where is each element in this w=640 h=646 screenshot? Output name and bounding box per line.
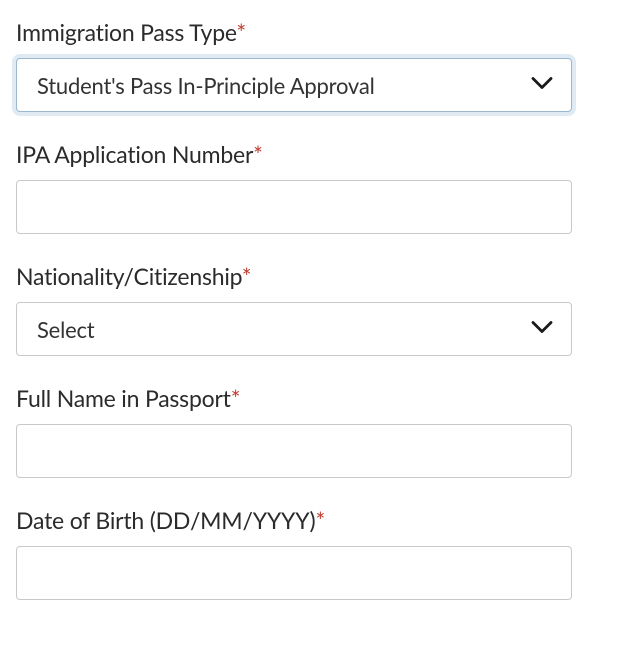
label-text: Nationality/Citizenship bbox=[16, 262, 242, 290]
required-asterisk: * bbox=[253, 140, 263, 168]
select-value: Student's Pass In-Principle Approval bbox=[37, 72, 375, 99]
nationality-select[interactable]: Select bbox=[16, 302, 572, 356]
label-text: Date of Birth (DD/MM/YYYY) bbox=[16, 506, 315, 534]
ipa-application-number-label: IPA Application Number* bbox=[16, 140, 624, 168]
date-of-birth-group: Date of Birth (DD/MM/YYYY)* bbox=[16, 506, 624, 600]
select-value: Select bbox=[37, 316, 95, 343]
required-asterisk: * bbox=[231, 384, 241, 412]
ipa-application-number-group: IPA Application Number* bbox=[16, 140, 624, 234]
nationality-label: Nationality/Citizenship* bbox=[16, 262, 624, 290]
required-asterisk: * bbox=[236, 18, 246, 46]
label-text: Full Name in Passport bbox=[16, 384, 231, 412]
chevron-down-icon bbox=[531, 320, 553, 339]
label-text: Immigration Pass Type bbox=[16, 18, 236, 46]
immigration-pass-type-group: Immigration Pass Type* Student's Pass In… bbox=[16, 18, 624, 112]
full-name-label: Full Name in Passport* bbox=[16, 384, 624, 412]
immigration-pass-type-select[interactable]: Student's Pass In-Principle Approval bbox=[16, 58, 572, 112]
nationality-group: Nationality/Citizenship* Select bbox=[16, 262, 624, 356]
ipa-application-number-input[interactable] bbox=[16, 180, 572, 234]
date-of-birth-label: Date of Birth (DD/MM/YYYY)* bbox=[16, 506, 624, 534]
full-name-input[interactable] bbox=[16, 424, 572, 478]
full-name-group: Full Name in Passport* bbox=[16, 384, 624, 478]
label-text: IPA Application Number bbox=[16, 140, 253, 168]
required-asterisk: * bbox=[315, 506, 325, 534]
immigration-pass-type-label: Immigration Pass Type* bbox=[16, 18, 624, 46]
date-of-birth-input[interactable] bbox=[16, 546, 572, 600]
required-asterisk: * bbox=[242, 262, 252, 290]
chevron-down-icon bbox=[531, 76, 553, 95]
